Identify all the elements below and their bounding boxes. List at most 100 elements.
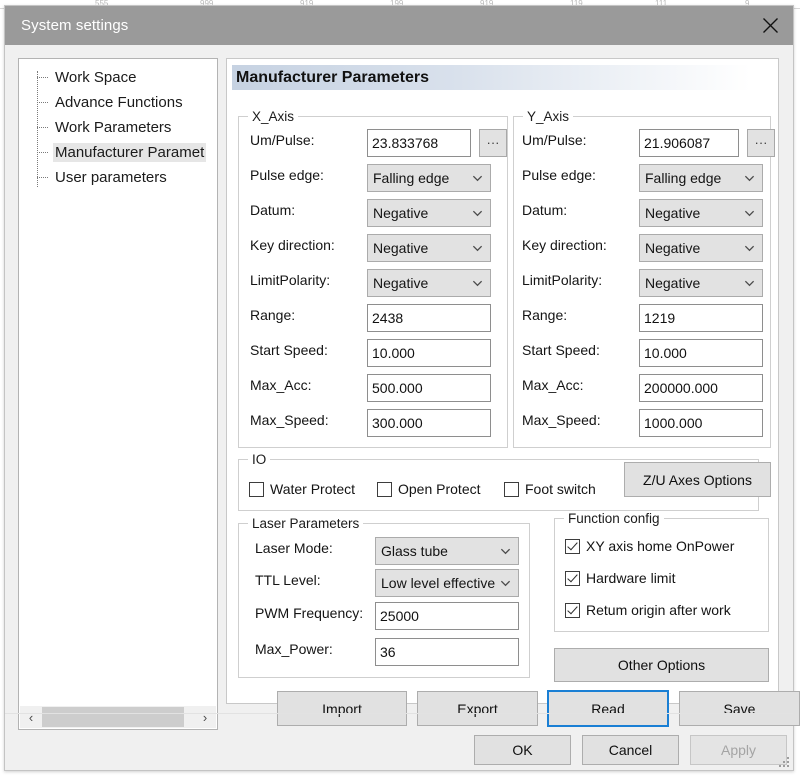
- tree-horizontal-scrollbar[interactable]: ‹ ›: [20, 706, 216, 728]
- x-key-direction-row: Key direction:: [250, 237, 370, 253]
- pwm-frequency-label: PWM Frequency:: [255, 605, 363, 621]
- laser-mode-label: Laser Mode:: [255, 540, 333, 556]
- laser-parameters-group-title: Laser Parameters: [248, 516, 363, 531]
- y-limit-polarity-value: Negative: [645, 275, 700, 291]
- x-datum-select[interactable]: Negative: [367, 199, 491, 227]
- sidebar-item-label: User parameters: [53, 168, 169, 187]
- x-datum-value: Negative: [373, 205, 428, 221]
- export-button[interactable]: Export: [417, 691, 538, 726]
- x-start-speed-label: Start Speed:: [250, 342, 370, 358]
- x-key-direction-select[interactable]: Negative: [367, 234, 491, 262]
- foot-switch-checkbox[interactable]: Foot switch: [504, 481, 596, 497]
- x-um-pulse-input[interactable]: [367, 129, 471, 157]
- zu-axes-options-button[interactable]: Z/U Axes Options: [624, 462, 771, 497]
- y-max-acc-label: Max_Acc:: [522, 377, 642, 393]
- close-icon[interactable]: [747, 6, 793, 45]
- y-pulse-edge-row: Pulse edge:: [522, 167, 642, 183]
- x-key-direction-label: Key direction:: [250, 237, 370, 253]
- x-limit-polarity-select[interactable]: Negative: [367, 269, 491, 297]
- water-protect-checkbox[interactable]: Water Protect: [249, 481, 355, 497]
- sidebar-item-manufacturer-parameters[interactable]: Manufacturer Paramet: [19, 140, 217, 165]
- y-max-speed-label: Max_Speed:: [522, 412, 642, 428]
- x-um-pulse-browse-button[interactable]: ···: [479, 129, 507, 157]
- xy-axis-home-onpower-checkbox[interactable]: XY axis home OnPower: [565, 538, 734, 554]
- x-pulse-edge-select[interactable]: Falling edge: [367, 164, 491, 192]
- scrollbar-track[interactable]: [42, 706, 194, 728]
- y-um-pulse-row: Um/Pulse:: [522, 132, 642, 148]
- y-range-label: Range:: [522, 307, 642, 323]
- x-limit-polarity-label: LimitPolarity:: [250, 272, 370, 288]
- x-start-speed-input[interactable]: [367, 339, 491, 367]
- y-start-speed-input[interactable]: [639, 339, 763, 367]
- system-settings-dialog: System settings Work Space: [4, 5, 794, 771]
- y-um-pulse-browse-button[interactable]: ···: [747, 129, 775, 157]
- y-range-input[interactable]: [639, 304, 763, 332]
- return-origin-after-work-checkbox[interactable]: Retum origin after work: [565, 602, 731, 618]
- x-range-label: Range:: [250, 307, 370, 323]
- save-button[interactable]: Save: [679, 691, 800, 726]
- chevron-down-icon: [500, 578, 511, 589]
- ttl-level-label: TTL Level:: [255, 572, 321, 588]
- chevron-down-icon: [472, 173, 483, 184]
- y-key-direction-row: Key direction:: [522, 237, 642, 253]
- checkbox-checked-icon: [565, 571, 580, 586]
- max-power-input[interactable]: [375, 638, 519, 666]
- function-config-group: Function config XY axis home OnPower Har…: [554, 518, 769, 632]
- x-max-acc-input[interactable]: [367, 374, 491, 402]
- y-pulse-edge-select[interactable]: Falling edge: [639, 164, 763, 192]
- window-title: System settings: [21, 17, 128, 34]
- sidebar-item-advance-functions[interactable]: Advance Functions: [19, 90, 217, 115]
- scrollbar-thumb[interactable]: [42, 707, 184, 727]
- sidebar-item-work-parameters[interactable]: Work Parameters: [19, 115, 217, 140]
- y-max-acc-input[interactable]: [639, 374, 763, 402]
- y-pulse-edge-value: Falling edge: [645, 170, 721, 186]
- settings-tree-panel: Work Space Advance Functions Work Parame…: [18, 58, 218, 730]
- y-datum-value: Negative: [645, 205, 700, 221]
- sidebar-item-label: Work Space: [53, 68, 138, 87]
- ttl-level-select[interactable]: Low level effective: [375, 569, 519, 597]
- y-max-speed-input[interactable]: [639, 409, 763, 437]
- tree-branch-icon: [37, 102, 48, 103]
- scroll-left-arrow-icon[interactable]: ‹: [20, 706, 42, 728]
- laser-mode-row: Laser Mode:: [255, 540, 333, 556]
- open-protect-checkbox[interactable]: Open Protect: [377, 481, 481, 497]
- import-button[interactable]: Import: [277, 691, 407, 726]
- dialog-content: Work Space Advance Functions Work Parame…: [5, 45, 793, 770]
- read-button[interactable]: Read: [547, 690, 669, 727]
- sidebar-item-user-parameters[interactable]: User parameters: [19, 165, 217, 190]
- scroll-right-arrow-icon[interactable]: ›: [194, 706, 216, 728]
- y-datum-label: Datum:: [522, 202, 642, 218]
- y-pulse-edge-label: Pulse edge:: [522, 167, 642, 183]
- y-datum-select[interactable]: Negative: [639, 199, 763, 227]
- ok-button[interactable]: OK: [474, 735, 571, 765]
- x-max-speed-row: Max_Speed:: [250, 412, 370, 428]
- x-max-speed-label: Max_Speed:: [250, 412, 370, 428]
- sidebar-item-work-space[interactable]: Work Space: [19, 65, 217, 90]
- other-options-button[interactable]: Other Options: [554, 648, 769, 682]
- chevron-down-icon: [744, 173, 755, 184]
- chevron-down-icon: [472, 243, 483, 254]
- tree-branch-icon: [37, 152, 48, 153]
- x-range-input[interactable]: [367, 304, 491, 332]
- chevron-down-icon: [500, 546, 511, 557]
- x-max-speed-input[interactable]: [367, 409, 491, 437]
- ttl-level-row: TTL Level:: [255, 572, 321, 588]
- y-max-speed-row: Max_Speed:: [522, 412, 642, 428]
- checkbox-icon: [377, 482, 392, 497]
- x-max-acc-label: Max_Acc:: [250, 377, 370, 393]
- checkbox-checked-icon: [565, 539, 580, 554]
- y-key-direction-select[interactable]: Negative: [639, 234, 763, 262]
- y-um-pulse-input[interactable]: [639, 129, 739, 157]
- pwm-frequency-input[interactable]: [375, 602, 519, 630]
- hardware-limit-checkbox[interactable]: Hardware limit: [565, 570, 675, 586]
- sidebar-item-label: Advance Functions: [53, 93, 185, 112]
- resize-grip-icon[interactable]: [777, 755, 789, 767]
- x-axis-group-title: X_Axis: [248, 109, 298, 124]
- hardware-limit-label: Hardware limit: [586, 570, 675, 586]
- sidebar-item-label: Manufacturer Paramet: [53, 143, 206, 162]
- y-limit-polarity-select[interactable]: Negative: [639, 269, 763, 297]
- cancel-button[interactable]: Cancel: [582, 735, 679, 765]
- tree-branch-icon: [37, 177, 48, 178]
- laser-mode-select[interactable]: Glass tube: [375, 537, 519, 565]
- foot-switch-label: Foot switch: [525, 481, 596, 497]
